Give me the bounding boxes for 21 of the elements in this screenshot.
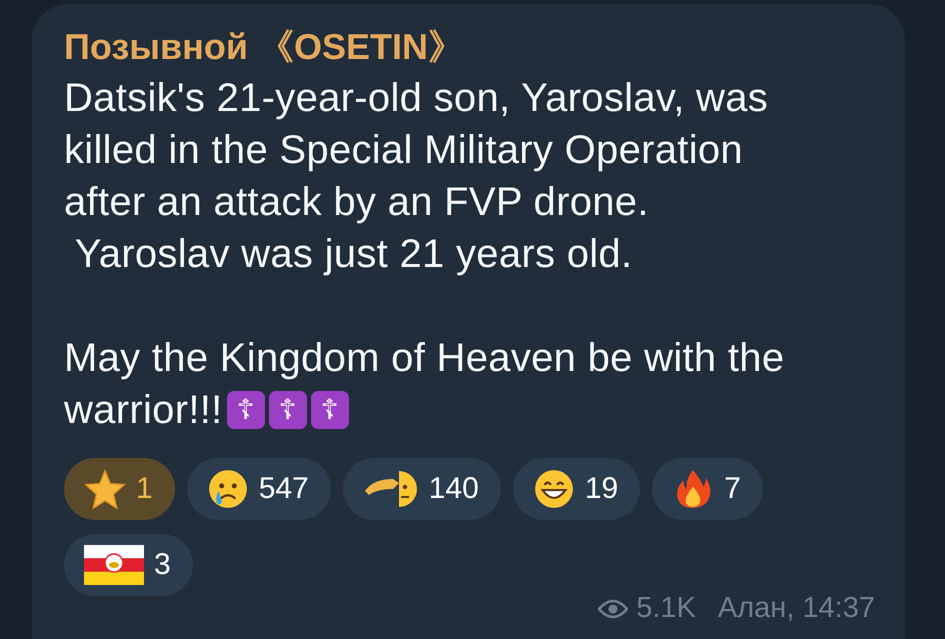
reaction-button[interactable]: 19 [512, 458, 640, 520]
crying-face-icon [206, 468, 249, 510]
orthodox-cross-emoji: ☦ [268, 391, 307, 429]
channel-name[interactable]: Позывной 《OSETIN》 [64, 26, 875, 68]
orthodox-cross-emoji: ☦ [226, 391, 265, 429]
reaction-button[interactable]: 3 [64, 534, 193, 596]
message-text: warrior!!! [64, 387, 223, 434]
reaction-button[interactable]: 1 [64, 458, 175, 520]
orthodox-cross-emoji: ☦ [310, 391, 349, 429]
grinning-face-icon [532, 468, 575, 510]
post-signature: Алан, 14:37 [718, 592, 875, 625]
reaction-button[interactable]: 7 [652, 458, 763, 520]
views-icon [598, 598, 628, 618]
message-text: May the Kingdom of Heaven be with the [64, 335, 784, 382]
flag-icon [84, 545, 144, 585]
reaction-button[interactable]: 547 [186, 458, 331, 520]
saluting-face-icon [362, 468, 419, 510]
message-text: Datsik's 21-year-old son, Yaroslav, was killed in the Special Military Operation after an attack by an FVP drone. Yaroslav was just 21 years old. [64, 75, 770, 278]
view-count: 5.1K [636, 592, 696, 625]
star-icon [84, 468, 126, 510]
reaction-button[interactable]: 140 [342, 458, 501, 520]
